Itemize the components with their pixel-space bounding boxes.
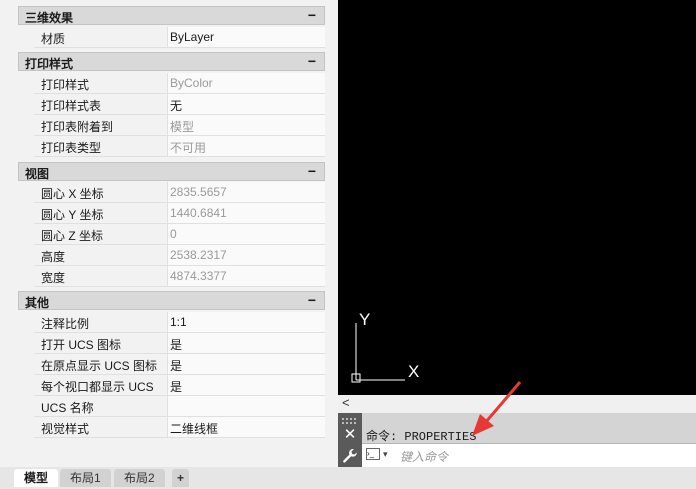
property-label: UCS 名称 — [41, 401, 94, 415]
property-value: 模型 — [170, 120, 195, 134]
section-header-misc[interactable]: 其他 − — [18, 291, 325, 310]
section-title: 打印样式 — [25, 57, 74, 71]
collapse-toggle[interactable]: − — [302, 7, 322, 24]
section-title: 三维效果 — [25, 11, 74, 25]
property-value: 1:1 — [170, 315, 187, 329]
property-row-ucs-at-origin[interactable]: 在原点显示 UCS 图标 是 — [34, 354, 325, 375]
command-history: 命令: PROPERTIES — [362, 413, 696, 444]
property-row-center-x[interactable]: 圆心 X 坐标 2835.5657 — [34, 182, 325, 203]
property-row-ucs-name[interactable]: UCS 名称 — [34, 396, 325, 417]
property-label: 每个视口都显示 UCS — [41, 380, 154, 394]
property-label: 在原点显示 UCS 图标 — [41, 359, 158, 373]
section-header-3d-effects[interactable]: 三维效果 − — [18, 6, 325, 25]
horizontal-scrollbar[interactable]: < — [338, 395, 696, 411]
property-label: 圆心 Z 坐标 — [41, 229, 103, 243]
section-header-plot-style[interactable]: 打印样式 − — [18, 52, 325, 71]
property-label: 打印样式表 — [41, 99, 102, 113]
command-prompt-icon[interactable]: ›_ — [366, 448, 380, 460]
property-label: 圆心 X 坐标 — [41, 187, 104, 201]
property-row-center-z[interactable]: 圆心 Z 坐标 0 — [34, 224, 325, 245]
property-row-annotation-scale[interactable]: 注释比例 1:1 — [34, 312, 325, 333]
property-row-ucs-icon-on[interactable]: 打开 UCS 图标 是 — [34, 333, 325, 354]
property-label: 打印样式 — [41, 78, 90, 92]
collapse-toggle[interactable]: − — [302, 292, 322, 309]
property-row-visual-style[interactable]: 视觉样式 二维线框 — [34, 417, 325, 438]
property-row-material[interactable]: 材质 ByLayer — [34, 27, 325, 48]
tab-layout2[interactable]: 布局2 — [114, 469, 165, 487]
section-header-view[interactable]: 视图 − — [18, 162, 325, 181]
property-value: 是 — [170, 338, 183, 352]
collapse-toggle[interactable]: − — [302, 163, 322, 180]
ucs-icon: Y X — [351, 310, 419, 383]
command-history-text: 命令: PROPERTIES — [366, 430, 477, 444]
property-label: 打开 UCS 图标 — [41, 338, 122, 352]
property-label: 宽度 — [41, 271, 66, 285]
property-value: 0 — [170, 227, 177, 241]
property-value: 2835.5657 — [170, 185, 227, 199]
collapse-toggle[interactable]: − — [302, 53, 322, 70]
property-label: 材质 — [41, 32, 66, 46]
property-label: 打印表类型 — [41, 141, 102, 155]
scroll-left-icon[interactable]: < — [342, 395, 350, 410]
layout-tabs-bar: 模型 布局1 布局2 + — [0, 467, 696, 489]
property-value: 无 — [170, 99, 183, 113]
property-value: 2538.2317 — [170, 248, 227, 262]
section-title: 视图 — [25, 167, 50, 181]
property-row-plot-style-table[interactable]: 打印样式表 无 — [34, 94, 325, 115]
tab-model[interactable]: 模型 — [14, 469, 59, 487]
section-title: 其他 — [25, 296, 50, 310]
property-label: 高度 — [41, 250, 66, 264]
add-tab-button[interactable]: + — [172, 469, 190, 487]
command-input-bar[interactable]: ›_ ▾ 键入命令 — [362, 443, 696, 467]
property-row-height[interactable]: 高度 2538.2317 — [34, 245, 325, 266]
property-value: 是 — [170, 380, 183, 394]
ucs-x-label: X — [408, 362, 419, 381]
property-value: 是 — [170, 359, 183, 373]
property-value: 不可用 — [170, 141, 207, 155]
command-input[interactable]: 键入命令 — [400, 448, 448, 465]
property-value: 1440.6841 — [170, 206, 227, 220]
property-row-plot-table-type[interactable]: 打印表类型 不可用 — [34, 136, 325, 157]
property-value: ByLayer — [170, 30, 215, 44]
property-row-ucs-per-viewport[interactable]: 每个视口都显示 UCS 是 — [34, 375, 325, 396]
close-icon[interactable]: ✕ — [343, 427, 357, 442]
ucs-y-label: Y — [359, 310, 370, 329]
properties-palette: 三维效果 − 材质 ByLayer 打印样式 − 打印样式 ByColor 打印… — [0, 0, 338, 467]
property-value: ByColor — [170, 76, 213, 90]
property-value: 二维线框 — [170, 422, 219, 436]
wrench-icon[interactable] — [342, 448, 358, 464]
property-row-plot-style[interactable]: 打印样式 ByColor — [34, 73, 325, 94]
drawing-canvas[interactable]: Y X — [338, 0, 696, 395]
property-label: 打印表附着到 — [41, 120, 114, 134]
property-label: 圆心 Y 坐标 — [41, 208, 104, 222]
property-row-center-y[interactable]: 圆心 Y 坐标 1440.6841 — [34, 203, 325, 224]
property-row-width[interactable]: 宽度 4874.3377 — [34, 266, 325, 287]
chevron-down-icon[interactable]: ▾ — [383, 449, 388, 460]
property-label: 视觉样式 — [41, 422, 90, 436]
property-row-plot-table-attached[interactable]: 打印表附着到 模型 — [34, 115, 325, 136]
property-label: 注释比例 — [41, 317, 90, 331]
property-value: 4874.3377 — [170, 269, 227, 283]
tab-layout1[interactable]: 布局1 — [60, 469, 111, 487]
